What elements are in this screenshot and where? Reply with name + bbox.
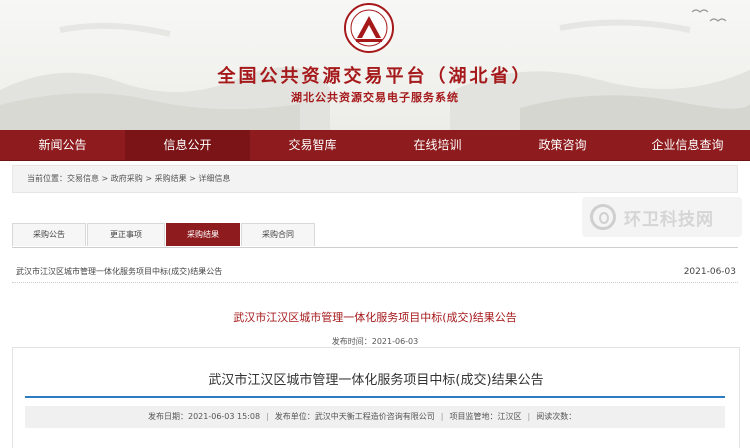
watermark-logo-icon bbox=[590, 204, 616, 230]
site-title: 全国公共资源交易平台（湖北省） bbox=[217, 66, 533, 87]
watermark-text: 环卫科技网 bbox=[624, 209, 714, 230]
nav-item-think-tank[interactable]: 交易智库 bbox=[250, 130, 375, 160]
main-nav: 新闻公告 信息公开 交易智库 在线培训 政策咨询 企业信息查询 bbox=[0, 130, 750, 161]
tab-procurement-result[interactable]: 采购结果 bbox=[166, 223, 240, 246]
birds-icon bbox=[691, 9, 727, 22]
meta-separator: | bbox=[266, 412, 269, 421]
detail-publish-time: 发布时间：2021-06-03 bbox=[331, 337, 419, 346]
meta-publisher: 发布单位：武汉中天衡工程造价咨询有限公司 bbox=[274, 412, 435, 421]
list-item: 武汉市江汉区城市管理一体化服务项目中标(成交)结果公告 2021-06-03 bbox=[12, 262, 738, 283]
site-header: 全国公共资源交易平台（湖北省） 湖北公共资源交易电子服务系统 bbox=[0, 0, 750, 130]
nav-item-news[interactable]: 新闻公告 bbox=[0, 130, 125, 160]
announcement-panel: 武汉市江汉区城市管理一体化服务项目中标(成交)结果公告 发布日期：2021-06… bbox=[12, 347, 740, 448]
nav-item-online-training[interactable]: 在线培训 bbox=[375, 130, 500, 160]
breadcrumb: 当前位置：交易信息 > 政府采购 > 采购结果 > 详细信息 bbox=[12, 165, 738, 193]
meta-separator: | bbox=[527, 412, 531, 421]
announcement-meta: 发布日期：2021-06-03 15:08 | 发布单位：武汉中天衡工程造价咨询… bbox=[25, 406, 725, 428]
detail-title: 武汉市江汉区城市管理一体化服务项目中标(成交)结果公告 bbox=[233, 311, 517, 324]
list-item-date: 2021-06-03 bbox=[683, 267, 736, 277]
meta-separator: | bbox=[440, 412, 444, 421]
site-subtitle: 湖北公共资源交易电子服务系统 bbox=[291, 91, 459, 104]
meta-publish-date: 发布日期：2021-06-03 15:08 bbox=[148, 412, 261, 421]
meta-reads: 阅读次数： bbox=[536, 412, 577, 421]
tab-correction[interactable]: 更正事项 bbox=[87, 223, 165, 246]
nav-item-policy-consulting[interactable]: 政策咨询 bbox=[500, 130, 625, 160]
emblem-icon bbox=[344, 3, 394, 53]
watermark: 环卫科技网 bbox=[582, 197, 742, 237]
list-item-title-link[interactable]: 武汉市江汉区城市管理一体化服务项目中标(成交)结果公告 bbox=[16, 262, 222, 282]
tab-procurement-contract[interactable]: 采购合同 bbox=[241, 223, 315, 246]
nav-item-company-search[interactable]: 企业信息查询 bbox=[625, 130, 750, 160]
announcement-title: 武汉市江汉区城市管理一体化服务项目中标(成交)结果公告 bbox=[208, 373, 544, 388]
meta-supervision: 项目监管地：江汉区 bbox=[449, 412, 522, 421]
tab-procurement-notice[interactable]: 采购公告 bbox=[12, 223, 86, 246]
nav-item-info-disclosure[interactable]: 信息公开 bbox=[125, 130, 250, 160]
title-divider bbox=[25, 396, 725, 398]
